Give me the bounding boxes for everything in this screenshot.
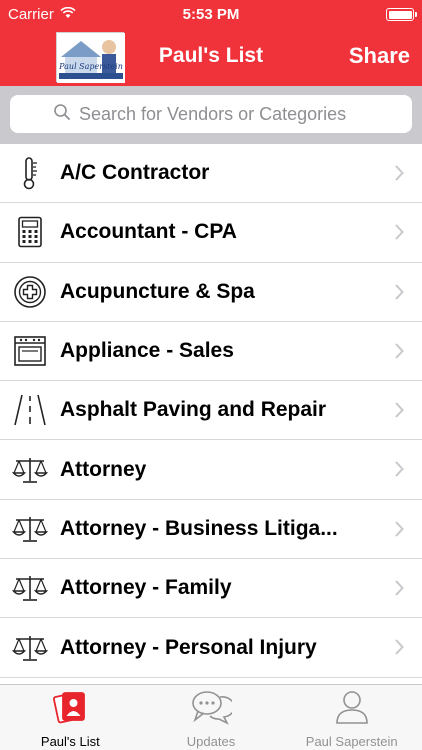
scales-icon — [0, 628, 60, 668]
category-list: A/C Contractor Accountant - CPA Acupunct… — [0, 144, 422, 684]
battery-icon — [386, 8, 417, 21]
list-item-attorney-family[interactable]: Attorney - Family — [0, 559, 422, 619]
chevron-right-icon — [394, 580, 404, 601]
list-item-attorney-business-litigation[interactable]: Attorney - Business Litiga... — [0, 500, 422, 560]
chevron-right-icon — [394, 343, 404, 364]
list-item-ac-contractor[interactable]: A/C Contractor — [0, 144, 422, 204]
search-icon — [53, 103, 71, 126]
tab-bar: Paul's List Updates Paul Saperstein — [0, 684, 422, 750]
chevron-right-icon — [394, 402, 404, 423]
status-bar: Carrier 5:53 PM — [0, 0, 422, 30]
tab-label: Paul Saperstein — [305, 734, 398, 749]
list-item-label: Acupuncture & Spa — [60, 279, 255, 303]
list-item-label: Asphalt Paving and Repair — [60, 398, 327, 422]
list-item-label: Attorney - Business Litiga... — [60, 516, 338, 540]
list-item-label: Accountant - CPA — [60, 220, 237, 244]
chevron-right-icon — [394, 165, 404, 186]
road-icon — [0, 390, 60, 430]
tab-updates[interactable]: Updates — [141, 685, 282, 750]
list-item-attorney[interactable]: Attorney — [0, 440, 422, 500]
chevron-right-icon — [394, 224, 404, 245]
search-input[interactable] — [79, 103, 369, 125]
thermometer-icon — [0, 153, 60, 193]
calculator-icon — [0, 212, 60, 252]
list-item-label: A/C Contractor — [60, 161, 210, 185]
list-item-attorney-personal-injury[interactable]: Attorney - Personal Injury — [0, 618, 422, 678]
scales-icon — [0, 509, 60, 549]
share-button[interactable]: Share — [349, 43, 410, 69]
list-item-label: Attorney - Family — [60, 576, 232, 600]
clock: 5:53 PM — [182, 6, 240, 23]
chevron-right-icon — [394, 283, 404, 305]
list-item-label: Attorney — [60, 457, 147, 481]
tab-label: Updates — [186, 734, 236, 749]
list-item-asphalt-paving[interactable]: Asphalt Paving and Repair — [0, 381, 422, 441]
chevron-right-icon — [394, 521, 404, 542]
tab-pauls-list[interactable]: Paul's List — [0, 685, 141, 750]
oven-icon — [0, 331, 60, 371]
chevron-right-icon — [394, 639, 404, 660]
list-item-acupuncture-spa[interactable]: Acupuncture & Spa — [0, 263, 422, 322]
list-item-label: Appliance - Sales — [60, 339, 234, 363]
scales-icon — [0, 568, 60, 608]
person-icon — [334, 689, 370, 730]
scales-icon — [0, 450, 60, 490]
list-item-accountant-cpa[interactable]: Accountant - CPA — [0, 203, 422, 263]
medical-cross-icon — [0, 272, 60, 312]
navigation-bar: Paul Saperstein Paul's List Share — [0, 30, 422, 86]
search-field[interactable] — [10, 95, 412, 133]
list-item-label: Attorney - Personal Injury — [60, 635, 317, 659]
list-item-appliance-sales[interactable]: Appliance - Sales — [0, 322, 422, 382]
chat-bubbles-icon — [190, 689, 236, 730]
contacts-cards-icon — [52, 689, 88, 730]
chevron-right-icon — [394, 461, 404, 482]
tab-label: Paul's List — [40, 734, 100, 749]
search-bar-container — [0, 86, 422, 144]
tab-paul-saperstein[interactable]: Paul Saperstein — [281, 685, 422, 750]
